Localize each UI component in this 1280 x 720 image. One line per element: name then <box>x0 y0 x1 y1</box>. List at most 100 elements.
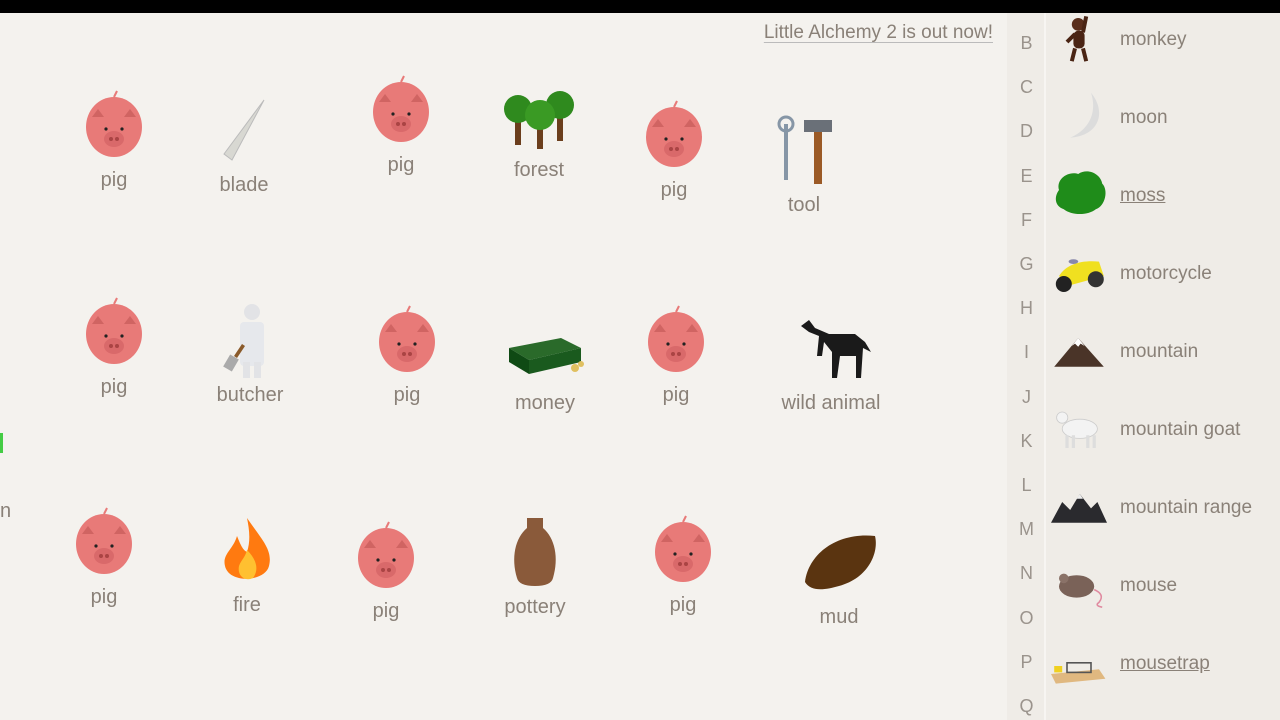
element-label: pig <box>387 154 415 176</box>
motorcycle-icon <box>1049 244 1117 308</box>
letter-b[interactable]: B <box>1007 33 1046 54</box>
element-label: money <box>514 392 576 414</box>
tool-icon <box>764 110 844 190</box>
sidebar-item-moon[interactable]: moon <box>1049 85 1279 155</box>
letter-f[interactable]: F <box>1007 210 1046 231</box>
letter-p[interactable]: P <box>1007 652 1046 673</box>
element-pottery[interactable]: pottery <box>475 512 595 619</box>
element-pig[interactable]: pig <box>347 300 467 407</box>
letter-n[interactable]: N <box>1007 563 1046 584</box>
letter-k[interactable]: K <box>1007 431 1046 452</box>
sidebar-item-mountain-range[interactable]: mountain range <box>1049 475 1279 545</box>
sidebar-item-label: mountain range <box>1120 497 1253 518</box>
element-label: pig <box>100 376 128 398</box>
sidebar-item-label: mountain goat <box>1120 419 1241 440</box>
sidebar-item-monkey[interactable]: monkey <box>1049 7 1279 77</box>
element-label: pig <box>662 384 690 406</box>
mountain-range-icon <box>1049 478 1117 542</box>
element-pig[interactable]: pig <box>341 70 461 177</box>
pig-icon <box>74 85 154 165</box>
workspace[interactable]: pig blade pig forest pig tool pig butcher pig mon… <box>0 13 1007 720</box>
pig-icon <box>74 292 154 372</box>
element-label: butcher <box>216 384 284 406</box>
sidebar-item-label: mousetrap <box>1120 653 1210 674</box>
letter-e[interactable]: E <box>1007 166 1046 187</box>
element-butcher[interactable]: butcher <box>190 300 310 407</box>
element-pig[interactable]: pig <box>326 516 446 623</box>
wild-animal-icon <box>791 308 871 388</box>
mountain-icon <box>1049 322 1117 386</box>
element-label: pig <box>90 586 118 608</box>
element-tool[interactable]: tool <box>744 110 864 217</box>
element-blade[interactable]: blade <box>184 90 304 197</box>
element-pig[interactable]: pig <box>44 502 164 609</box>
edge-fragment: n <box>0 500 12 522</box>
element-money[interactable]: money <box>485 308 605 415</box>
letter-m[interactable]: M <box>1007 519 1046 540</box>
blade-icon <box>204 90 284 170</box>
sidebar-item-label: mountain <box>1120 341 1199 362</box>
element-label: pig <box>669 594 697 616</box>
element-label: pig <box>393 384 421 406</box>
pig-icon <box>636 300 716 380</box>
element-label: tool <box>787 194 821 216</box>
element-pig[interactable]: pig <box>54 292 174 399</box>
letter-q[interactable]: Q <box>1007 696 1046 717</box>
element-label: forest <box>513 159 565 181</box>
monkey-icon <box>1049 10 1117 74</box>
element-wild-animal[interactable]: wild animal <box>771 308 891 415</box>
sidebar-item-label: monkey <box>1120 29 1187 50</box>
fire-icon <box>207 510 287 590</box>
mouse-icon <box>1049 556 1117 620</box>
butcher-icon <box>210 300 290 380</box>
sidebar[interactable]: B C D E F G H I J K L M N O P Q monkey moon moss motorcycl… <box>1007 13 1280 720</box>
element-forest[interactable]: forest <box>479 75 599 182</box>
element-pig[interactable]: pig <box>623 510 743 617</box>
element-pig[interactable]: pig <box>54 85 174 192</box>
element-pig[interactable]: pig <box>614 95 734 202</box>
money-icon <box>505 308 585 388</box>
sidebar-item-mousetrap[interactable]: mousetrap <box>1049 631 1279 701</box>
element-label: blade <box>219 174 269 196</box>
edge-marker <box>0 433 3 453</box>
pig-icon <box>643 510 723 590</box>
element-label: wild animal <box>781 392 881 414</box>
sidebar-item-label: moss <box>1120 185 1166 206</box>
letter-l[interactable]: L <box>1007 475 1046 496</box>
letter-h[interactable]: H <box>1007 298 1046 319</box>
mud-icon <box>799 522 879 602</box>
letter-g[interactable]: G <box>1007 254 1046 275</box>
letter-d[interactable]: D <box>1007 121 1046 142</box>
sidebar-item-label: mouse <box>1120 575 1178 596</box>
letter-c[interactable]: C <box>1007 77 1046 98</box>
pig-icon <box>64 502 144 582</box>
sidebar-item-mountain[interactable]: mountain <box>1049 319 1279 389</box>
moss-icon <box>1049 166 1117 230</box>
pottery-icon <box>495 512 575 592</box>
letter-o[interactable]: O <box>1007 608 1046 629</box>
element-mud[interactable]: mud <box>779 522 899 629</box>
element-label: pig <box>660 179 688 201</box>
element-pig[interactable]: pig <box>616 300 736 407</box>
element-fire[interactable]: fire <box>187 510 307 617</box>
pig-icon <box>367 300 447 380</box>
sidebar-item-moss[interactable]: moss <box>1049 163 1279 233</box>
sidebar-item-motorcycle[interactable]: motorcycle <box>1049 241 1279 311</box>
little-alchemy-2-link[interactable]: Little Alchemy 2 is out now! <box>764 22 993 44</box>
element-label: fire <box>233 594 261 616</box>
pig-icon <box>346 516 426 596</box>
sidebar-item-mouse[interactable]: mouse <box>1049 553 1279 623</box>
letter-j[interactable]: J <box>1007 387 1046 408</box>
sidebar-item-label: moon <box>1120 107 1168 128</box>
pig-icon <box>361 70 441 150</box>
pig-icon <box>634 95 714 175</box>
alphabet-index: B C D E F G H I J K L M N O P Q <box>1007 13 1046 720</box>
element-label: pig <box>372 600 400 622</box>
sidebar-item-label: motorcycle <box>1120 263 1212 284</box>
letter-i[interactable]: I <box>1007 342 1046 363</box>
sidebar-item-mountain-goat[interactable]: mountain goat <box>1049 397 1279 467</box>
element-label: pottery <box>504 596 566 618</box>
mountain-goat-icon <box>1049 400 1117 464</box>
forest-icon <box>499 75 579 155</box>
element-label: pig <box>100 169 128 191</box>
